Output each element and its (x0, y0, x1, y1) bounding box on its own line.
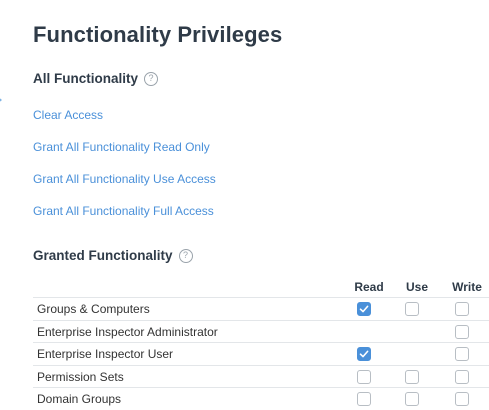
table-row: Domain Groups (33, 387, 489, 410)
column-header-use: Use (405, 280, 428, 294)
table-row: Groups & Computers (33, 297, 489, 320)
column-header-write: Write (452, 280, 482, 294)
grant-use-access-link[interactable]: Grant All Functionality Use Access (33, 172, 216, 186)
all-functionality-heading: All Functionality ? (33, 71, 159, 86)
table-row: Enterprise Inspector User (33, 342, 489, 365)
read-checkbox[interactable] (357, 302, 371, 316)
read-checkbox[interactable] (357, 369, 371, 384)
help-icon[interactable]: ? (178, 248, 193, 263)
clear-access-link[interactable]: Clear Access (33, 108, 103, 122)
granted-functionality-heading: Granted Functionality ? (33, 248, 193, 263)
read-checkbox[interactable] (357, 347, 371, 361)
grant-read-only-link[interactable]: Grant All Functionality Read Only (33, 140, 210, 154)
row-label: Groups & Computers (37, 302, 150, 316)
use-checkbox[interactable] (405, 369, 419, 384)
table-row: Permission Sets (33, 364, 489, 388)
write-checkbox[interactable] (455, 347, 469, 361)
use-checkbox[interactable] (405, 302, 419, 316)
privileges-table: Groups & Computers Enterprise Inspector A… (33, 297, 489, 410)
help-icon[interactable]: ? (144, 71, 159, 86)
row-label: Enterprise Inspector User (37, 347, 174, 361)
chevron-right-icon[interactable] (0, 94, 6, 106)
all-functionality-title: All Functionality (33, 71, 139, 86)
grant-full-access-link[interactable]: Grant All Functionality Full Access (33, 204, 214, 218)
granted-functionality-title: Granted Functionality (33, 248, 173, 263)
column-header-read: Read (354, 280, 384, 294)
table-row: Enterprise Inspector Administrator (33, 319, 489, 343)
write-checkbox[interactable] (455, 324, 469, 339)
row-label: Enterprise Inspector Administrator (37, 324, 218, 339)
write-checkbox[interactable] (455, 302, 469, 316)
page-title: Functionality Privileges (33, 22, 283, 47)
row-label: Permission Sets (37, 369, 124, 384)
write-checkbox[interactable] (455, 369, 469, 384)
